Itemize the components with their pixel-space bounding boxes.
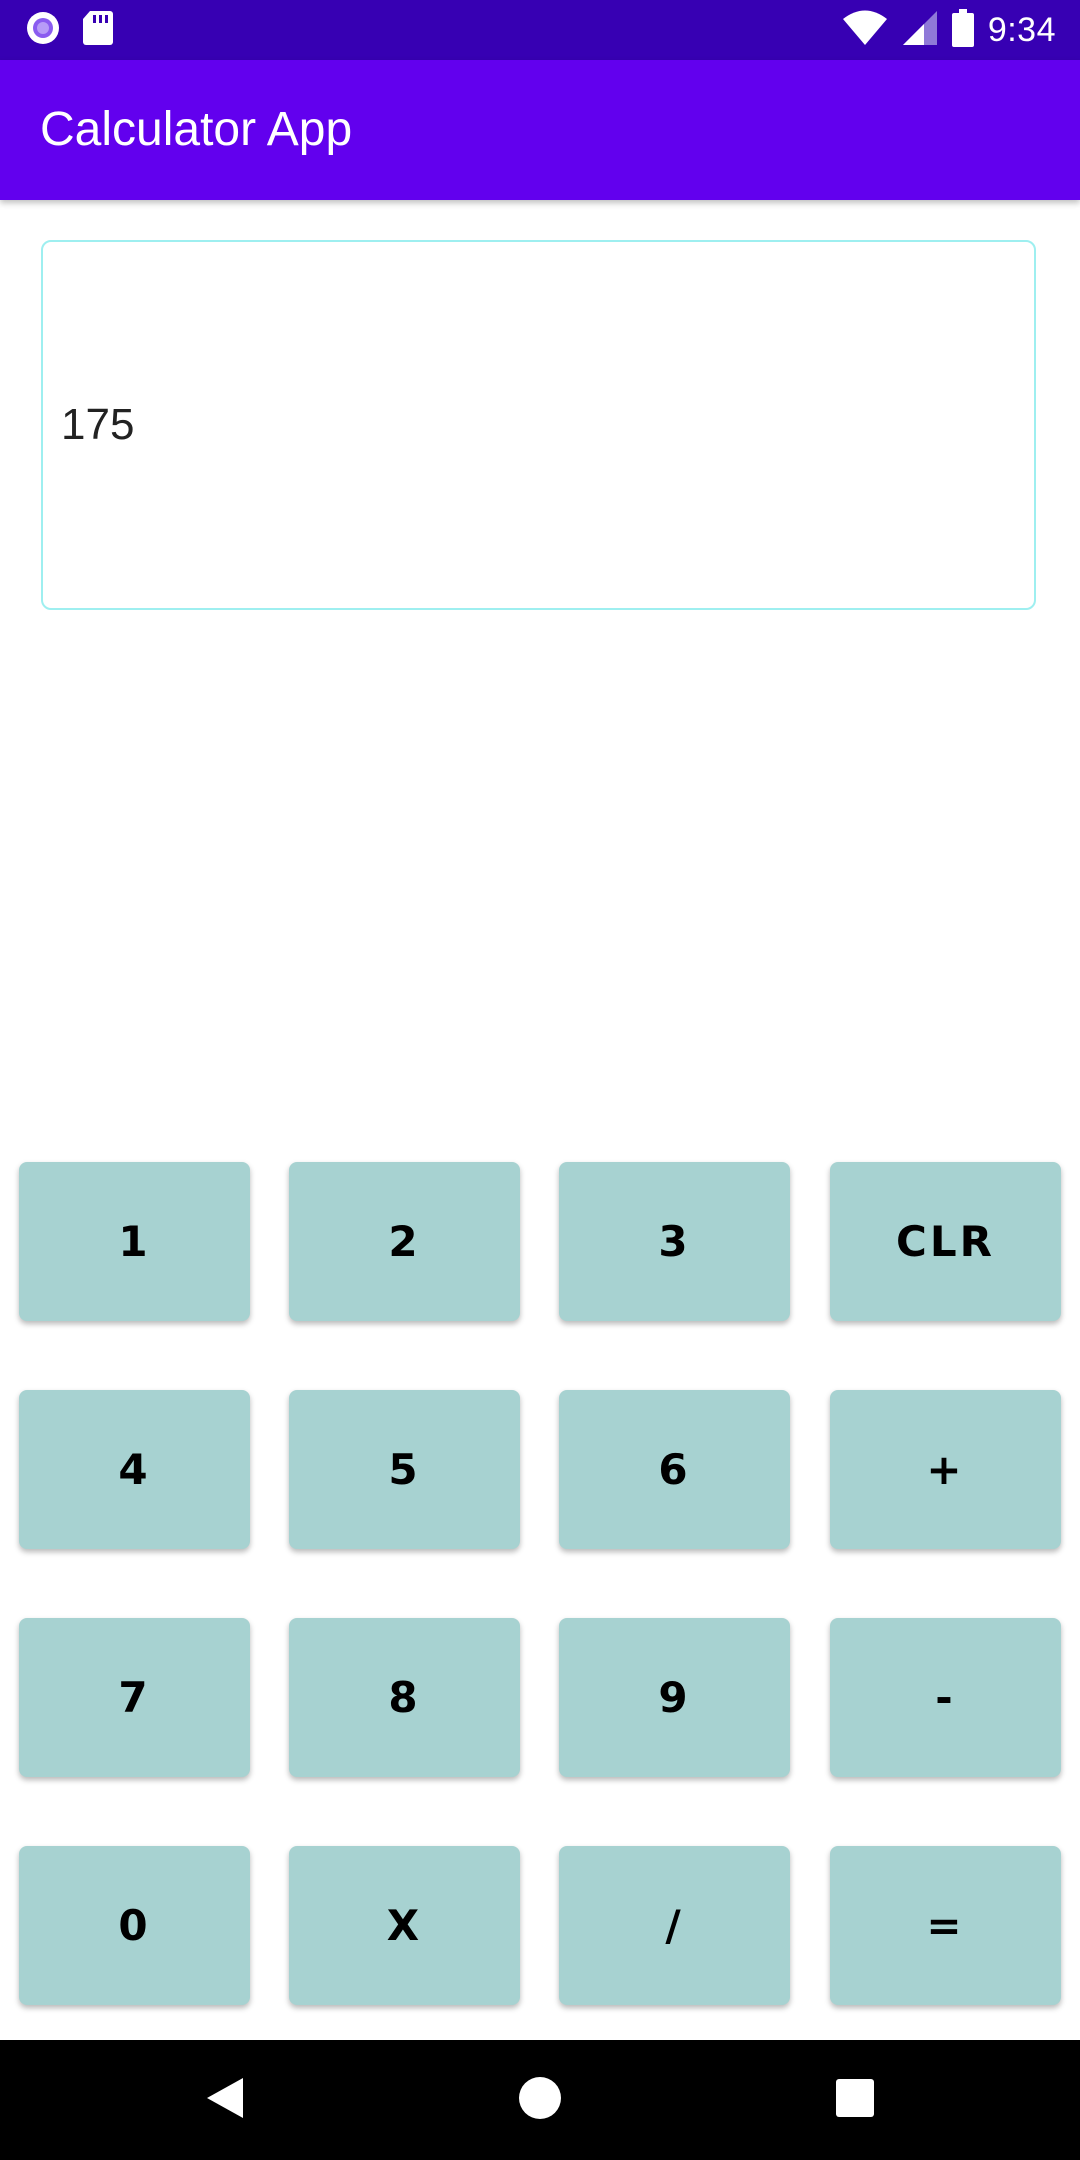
- key-5[interactable]: 5: [289, 1390, 520, 1549]
- navigation-bar: [0, 2040, 1080, 2160]
- home-button[interactable]: [510, 2070, 570, 2130]
- key-4[interactable]: 4: [19, 1390, 250, 1549]
- key-0[interactable]: 0: [19, 1846, 250, 2005]
- calculator-display: 175: [41, 240, 1036, 610]
- recents-icon: [835, 2078, 875, 2123]
- status-right-icons: 9:34: [842, 0, 1056, 60]
- app-title: Calculator App: [40, 103, 353, 156]
- multiply-button[interactable]: X: [289, 1846, 520, 2005]
- recents-button[interactable]: [825, 2070, 885, 2130]
- record-icon: [24, 9, 62, 52]
- clear-button[interactable]: CLR: [830, 1162, 1061, 1321]
- key-9[interactable]: 9: [559, 1618, 790, 1777]
- minus-button[interactable]: -: [830, 1618, 1061, 1777]
- sd-card-icon: [82, 9, 114, 52]
- status-left-icons: [24, 10, 114, 50]
- app-bar: Calculator App: [0, 60, 1080, 200]
- back-icon: [203, 2076, 247, 2125]
- wifi-icon: [842, 10, 888, 51]
- key-1[interactable]: 1: [19, 1162, 250, 1321]
- divide-button[interactable]: /: [559, 1846, 790, 2005]
- display-value: 175: [61, 400, 135, 449]
- key-2[interactable]: 2: [289, 1162, 520, 1321]
- key-7[interactable]: 7: [19, 1618, 250, 1777]
- keypad: 1 2 3 CLR 4 5 6 + 7 8 9 - 0 X / =: [19, 1162, 1061, 2005]
- key-3[interactable]: 3: [559, 1162, 790, 1321]
- equals-button[interactable]: =: [830, 1846, 1061, 2005]
- key-6[interactable]: 6: [559, 1390, 790, 1549]
- battery-icon: [951, 8, 974, 52]
- home-icon: [518, 2076, 562, 2125]
- status-bar: 9:34: [0, 0, 1080, 60]
- back-button[interactable]: [195, 2070, 255, 2130]
- status-time: 9:34: [987, 10, 1056, 49]
- plus-button[interactable]: +: [830, 1390, 1061, 1549]
- key-8[interactable]: 8: [289, 1618, 520, 1777]
- cell-signal-icon: [902, 10, 938, 51]
